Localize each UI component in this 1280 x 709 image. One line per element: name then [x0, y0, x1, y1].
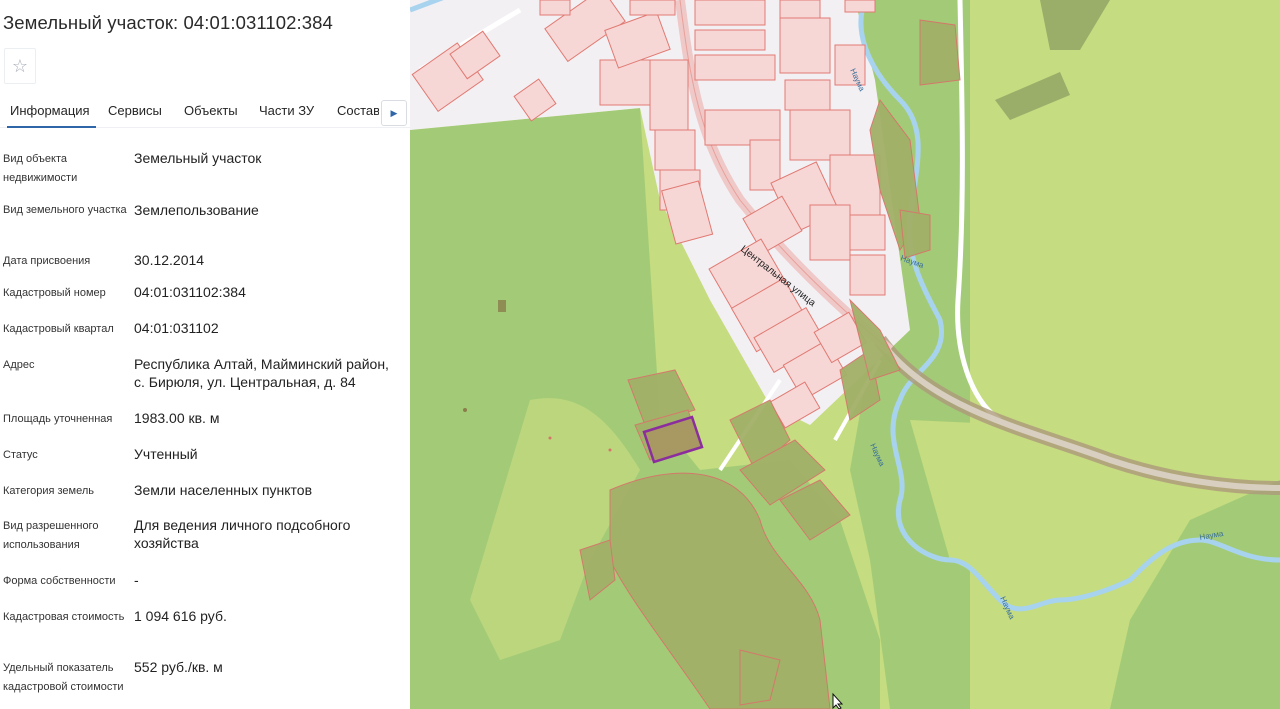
map-marker [608, 448, 612, 452]
parcel[interactable] [849, 214, 886, 251]
tabs-scroll-right-button[interactable]: ▶ [381, 100, 407, 126]
field-label: Кадастровый номер [3, 287, 106, 299]
field-label: Форма собственности [3, 575, 116, 587]
field-label: Дата присвоения [3, 255, 91, 267]
parcel[interactable] [899, 209, 931, 259]
field-value: Республика Алтай, Майминский район, с. Б… [134, 356, 389, 390]
field-value: Земли населенных пунктов [134, 482, 313, 498]
parcel[interactable] [784, 79, 831, 111]
info-panel: Земельный участок: 04:01:031102:384 ☆ Ин… [0, 0, 410, 709]
field-value: 1 094 616 руб. [134, 608, 227, 624]
parcel[interactable] [789, 109, 851, 161]
parcel[interactable] [844, 0, 876, 13]
map-marker [548, 436, 552, 440]
field-value: 1983.00 кв. м [134, 410, 220, 426]
field-value: Учтенный [134, 446, 198, 462]
tab-objects[interactable]: Объекты [184, 96, 238, 127]
favorite-button[interactable]: ☆ [4, 48, 36, 84]
field-value: Для ведения личного подсобного хозяйства [134, 517, 351, 551]
cadastral-map[interactable]: Центральная улица Наума Наума Наума Наум… [410, 0, 1280, 709]
field-label: Кадастровый квартал [3, 323, 114, 335]
field-label: Категория земель [3, 485, 94, 497]
field-label: Адрес [3, 359, 35, 371]
tab-information[interactable]: Информация [7, 96, 96, 128]
triangle-right-icon: ▶ [390, 107, 398, 118]
field-label: Удельный показатель кадастровой стоимост… [3, 662, 124, 693]
field-label: Кадастровая стоимость [3, 611, 125, 623]
field-label: Вид земельного участка [3, 204, 127, 216]
field-value: - [134, 572, 139, 588]
parcel[interactable] [539, 0, 571, 16]
tab-services[interactable]: Сервисы [108, 96, 162, 127]
parcel[interactable] [809, 204, 851, 261]
parcel[interactable] [919, 19, 961, 86]
field-label: Вид разрешенного использования [3, 520, 99, 551]
field-value: 04:01:031102:384 [134, 284, 246, 300]
map-marker [498, 300, 506, 312]
field-value: 04:01:031102 [134, 320, 219, 336]
meadow-area [970, 0, 1280, 460]
map-marker [463, 408, 467, 412]
field-label: Вид объекта недвижимости [3, 153, 78, 184]
field-label: Площадь уточненная [3, 413, 113, 425]
star-outline-icon: ☆ [11, 55, 29, 76]
parcel[interactable] [694, 0, 766, 26]
parcel[interactable] [694, 29, 766, 51]
field-value: Земельный участок [134, 150, 262, 166]
parcel[interactable] [779, 0, 821, 19]
field-label: Статус [3, 449, 38, 461]
parcel[interactable] [849, 254, 886, 296]
map-canvas[interactable]: Центральная улица Наума Наума Наума Наум… [410, 0, 1280, 709]
tab-parcel-parts[interactable]: Части ЗУ [259, 96, 314, 127]
parcel[interactable] [779, 17, 831, 74]
parcel[interactable] [654, 129, 696, 171]
tab-composition[interactable]: Состав [337, 96, 379, 127]
parcel[interactable] [649, 59, 689, 131]
field-value: Землепользование [134, 202, 259, 218]
tab-bar: Информация Сервисы Объекты Части ЗУ Сост… [0, 96, 410, 128]
parcel[interactable] [629, 0, 676, 16]
field-value: 552 руб./кв. м [134, 659, 223, 675]
field-value: 30.12.2014 [134, 252, 205, 268]
page-title: Земельный участок: 04:01:031102:384 [3, 12, 333, 33]
parcel[interactable] [694, 54, 776, 81]
